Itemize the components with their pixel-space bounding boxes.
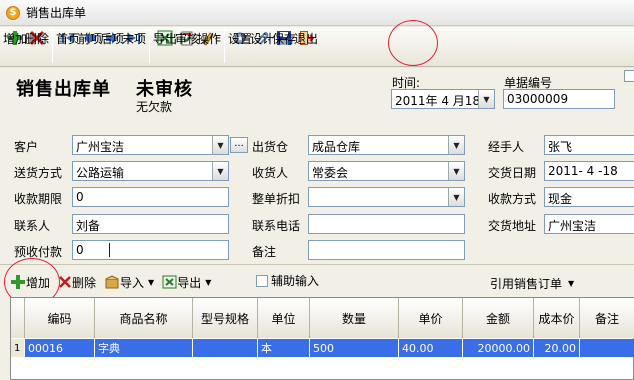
- assist-checkbox[interactable]: [256, 274, 268, 287]
- customer-label: 客户: [14, 140, 39, 154]
- option-checkbox[interactable]: [624, 70, 634, 82]
- cell-price[interactable]: 40.00: [399, 339, 463, 357]
- payment-method-field[interactable]: 现金: [544, 187, 634, 207]
- x-icon: [59, 276, 71, 288]
- page-title: 销售出库单: [16, 79, 111, 100]
- toolbar-divider: [52, 29, 53, 63]
- delivery-date-field[interactable]: 2011- 4 -18: [544, 161, 634, 181]
- chevron-down-icon[interactable]: ▼: [205, 278, 211, 287]
- contact-label: 联系人: [14, 219, 51, 233]
- cell-spec[interactable]: [193, 339, 258, 357]
- column-header[interactable]: 数量: [310, 298, 399, 338]
- shipping-label: 送货方式: [14, 166, 63, 180]
- payment-status: 无欠款: [136, 100, 173, 114]
- grid-header: 编码 商品名称 型号规格 单位 数量 单价 金额 成本价 备注: [11, 298, 634, 338]
- warehouse-select[interactable]: 成品仓库 ▼: [308, 135, 465, 155]
- address-field[interactable]: 广州宝洁: [544, 214, 634, 234]
- customer-lookup-button[interactable]: ...: [230, 137, 248, 153]
- address-label: 交货地址: [488, 219, 537, 233]
- excel-icon: [162, 275, 177, 289]
- save-button[interactable]: 保存: [272, 27, 296, 65]
- row-index: 1: [11, 339, 25, 357]
- chevron-down-icon[interactable]: ▼: [148, 278, 154, 287]
- customer-select[interactable]: 广州宝洁 ▼: [72, 135, 229, 155]
- column-header[interactable]: 单价: [399, 298, 463, 338]
- payment-method-label: 收款方式: [488, 192, 537, 206]
- chevron-down-icon[interactable]: ▼: [448, 188, 464, 206]
- time-picker[interactable]: 2011年 4 月18日 ▼: [391, 89, 495, 109]
- cell-qty[interactable]: 500: [310, 339, 399, 357]
- highlight-circle: [388, 20, 438, 66]
- title-bar: $ 销售出库单: [0, 0, 634, 26]
- detail-export-button[interactable]: 导出 ▼: [162, 274, 211, 291]
- prev-button[interactable]: 前项: [78, 27, 102, 65]
- shipping-select[interactable]: 公路运输 ▼: [72, 161, 229, 181]
- cell-unit[interactable]: 本: [258, 339, 310, 357]
- delete-button[interactable]: 删除: [25, 27, 49, 65]
- box-icon: [105, 275, 119, 289]
- table-row[interactable]: 1 00016 字典 本 500 40.00 20000.00 20.00: [11, 339, 634, 357]
- chevron-down-icon[interactable]: ▼: [448, 162, 464, 180]
- handler-label: 经手人: [488, 140, 525, 154]
- chevron-down-icon[interactable]: ▼: [478, 90, 494, 108]
- warehouse-label: 出货仓: [252, 140, 289, 154]
- reference-order-button[interactable]: 引用销售订单 ▼: [490, 275, 574, 292]
- row-indicator-header: [11, 298, 25, 338]
- chevron-down-icon[interactable]: ▼: [212, 162, 228, 180]
- contact-field[interactable]: 刘备: [72, 214, 229, 234]
- column-header[interactable]: 型号规格: [193, 298, 258, 338]
- column-header[interactable]: 商品名称: [95, 298, 193, 338]
- toolbar-divider: [224, 29, 225, 63]
- divider: [0, 264, 634, 265]
- detail-grid: 编码 商品名称 型号规格 单位 数量 单价 金额 成本价 备注 1 00016 …: [10, 297, 634, 380]
- cell-note[interactable]: [580, 339, 634, 357]
- remark-field[interactable]: [308, 240, 465, 260]
- column-header[interactable]: 金额: [463, 298, 534, 338]
- column-header[interactable]: 备注: [580, 298, 634, 338]
- toolbar-divider: [149, 29, 150, 63]
- phone-field[interactable]: [308, 214, 465, 234]
- design-button[interactable]: 设计: [250, 27, 274, 65]
- export-button[interactable]: 导出: [153, 27, 177, 65]
- column-header[interactable]: 单位: [258, 298, 310, 338]
- operate-button[interactable]: 操作: [197, 27, 221, 65]
- remark-label: 备注: [252, 245, 277, 259]
- window-title: 销售出库单: [26, 6, 87, 20]
- exit-button[interactable]: 退出: [294, 27, 318, 65]
- receiver-select[interactable]: 常委会 ▼: [308, 161, 465, 181]
- phone-label: 联系电话: [252, 219, 301, 233]
- text-cursor: [109, 243, 110, 257]
- last-button[interactable]: 末项: [122, 27, 146, 65]
- chevron-down-icon[interactable]: ▼: [568, 279, 574, 288]
- payment-term-field[interactable]: 0: [72, 187, 229, 207]
- prepaid-label: 预收付款: [14, 245, 63, 259]
- column-header[interactable]: 编码: [25, 298, 95, 338]
- settings-button[interactable]: 设置: [228, 27, 252, 65]
- docno-field[interactable]: 03000009: [503, 89, 615, 109]
- first-button[interactable]: 首页: [56, 27, 80, 65]
- column-header[interactable]: 成本价: [534, 298, 580, 338]
- cell-code[interactable]: 00016: [25, 339, 95, 357]
- audit-button[interactable]: 审核: [175, 27, 199, 65]
- next-button[interactable]: 后项: [100, 27, 124, 65]
- cell-cost[interactable]: 20.00: [534, 339, 580, 357]
- add-button[interactable]: 增加: [3, 27, 27, 65]
- cell-amount[interactable]: 20000.00: [463, 339, 534, 357]
- chevron-down-icon[interactable]: ▼: [448, 136, 464, 154]
- cell-name[interactable]: 字典: [95, 339, 193, 357]
- delivery-date-label: 交货日期: [488, 166, 537, 180]
- discount-label: 整单折扣: [252, 192, 301, 206]
- receiver-label: 收货人: [252, 166, 289, 180]
- discount-select[interactable]: ▼: [308, 187, 465, 207]
- payment-term-label: 收款期限: [14, 192, 63, 206]
- detail-import-button[interactable]: 导入 ▼: [104, 274, 154, 291]
- main-toolbar: 增加 删除 首页 前项 后项 末项 导出 审核 操作 设置 设计 保存 退出: [0, 27, 634, 67]
- chevron-down-icon[interactable]: ▼: [212, 136, 228, 154]
- app-logo-icon: $: [6, 5, 20, 20]
- prepaid-field[interactable]: 0: [72, 240, 229, 260]
- detail-delete-button[interactable]: 删除: [58, 274, 96, 291]
- assist-input-toggle[interactable]: 辅助输入: [256, 272, 319, 289]
- handler-field[interactable]: 张飞: [544, 135, 634, 155]
